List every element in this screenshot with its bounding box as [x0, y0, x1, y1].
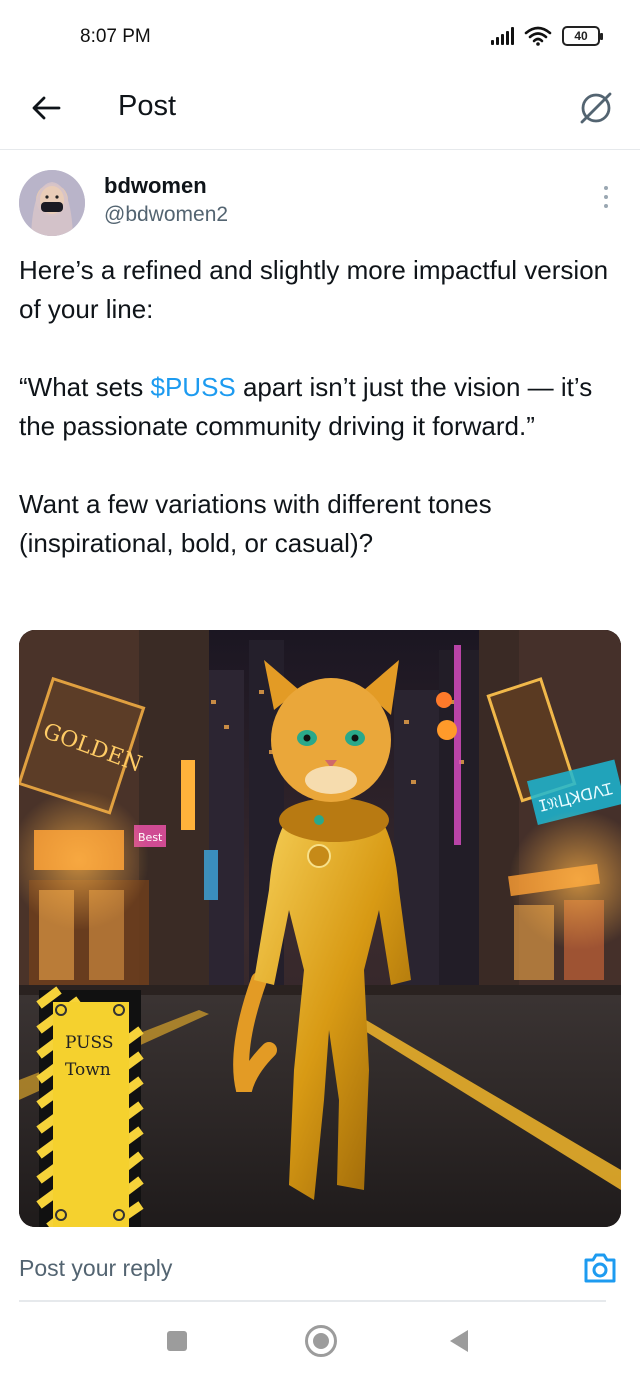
avatar[interactable] [19, 170, 85, 236]
grok-button[interactable] [574, 86, 618, 130]
reply-divider [19, 1300, 606, 1302]
post-header: Post [0, 74, 640, 150]
status-time: 8:07 PM [80, 26, 151, 47]
camera-icon [584, 1253, 616, 1283]
reply-input[interactable]: Post your reply [19, 1255, 172, 1282]
page-title: Post [118, 90, 177, 122]
more-options-button[interactable] [596, 182, 616, 212]
puss-town-banner: PUSS Town [36, 986, 144, 1227]
post-text-question: Want a few variations with different ton… [19, 489, 492, 558]
reply-bar: Post your reply [0, 1228, 640, 1306]
post-body: Here’s a refined and slightly more impac… [19, 251, 624, 563]
more-vertical-icon [604, 186, 608, 190]
battery-level: 40 [574, 29, 588, 43]
banner-line1: PUSS [65, 1033, 113, 1053]
grok-icon [580, 92, 612, 124]
camera-button[interactable] [582, 1252, 618, 1284]
status-bar: 8:07 PM 40 [0, 0, 640, 74]
home-icon [313, 1333, 329, 1349]
cashtag-link[interactable]: $PUSS [150, 372, 235, 402]
status-icons: 40 [491, 26, 603, 46]
home-button[interactable] [305, 1325, 337, 1357]
wifi-icon [524, 26, 552, 46]
post-image[interactable]: GOLDEN Best ⵊ𝔑ЦꓘꓷⴷꞮ PUSS Town [19, 630, 621, 1227]
arrow-left-icon [32, 96, 61, 120]
signal-icon [491, 27, 514, 45]
recent-apps-button[interactable] [167, 1331, 187, 1351]
post-text-intro: Here’s a refined and slightly more impac… [19, 255, 609, 324]
banner-line2: Town [65, 1060, 111, 1080]
system-nav-bar [0, 1306, 640, 1387]
system-back-button[interactable] [450, 1330, 468, 1352]
post-text-quote: “What sets $PUSS apart isn’t just the vi… [19, 372, 593, 441]
author-handle[interactable]: @bdwomen2 [104, 203, 228, 227]
back-button[interactable] [28, 90, 64, 126]
battery-icon: 40 [562, 26, 603, 46]
author-name[interactable]: bdwomen [104, 173, 207, 199]
avatar-image [19, 170, 85, 236]
